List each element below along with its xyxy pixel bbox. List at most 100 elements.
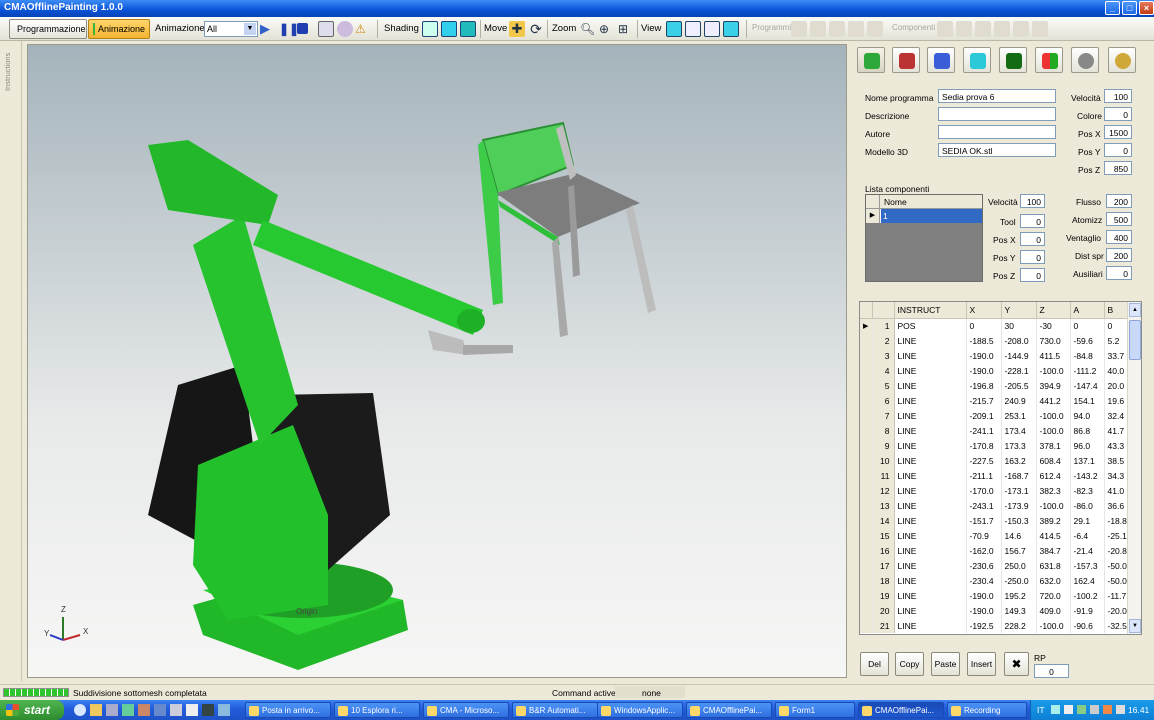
ie-icon[interactable] <box>74 704 86 716</box>
add-component-tab[interactable] <box>963 47 991 73</box>
instruction-cell[interactable]: -230.6 <box>966 558 1002 573</box>
instruction-cell[interactable]: 43.3 <box>1104 438 1130 453</box>
shaded-icon[interactable] <box>441 21 457 37</box>
task-cma-offline-1[interactable]: CMAOfflinePai... <box>686 702 772 718</box>
instruction-cell[interactable]: 195.2 <box>1001 588 1037 603</box>
instruction-cell[interactable]: 608.4 <box>1036 453 1071 468</box>
instruction-cell[interactable]: -230.4 <box>966 573 1002 588</box>
instruction-cell[interactable]: 14.6 <box>1001 528 1037 543</box>
quicklaunch-icon[interactable] <box>106 704 118 716</box>
posz-field[interactable]: 850 <box>1104 161 1132 175</box>
instruction-cell[interactable]: 250.0 <box>1001 558 1037 573</box>
comp-posz-field[interactable]: 0 <box>1020 268 1045 282</box>
instruction-cell[interactable]: LINE <box>894 588 967 603</box>
instruction-cell[interactable]: -91.9 <box>1070 603 1105 618</box>
tool-tab[interactable] <box>892 47 920 73</box>
quicklaunch-icon[interactable] <box>170 704 182 716</box>
instruction-cell[interactable]: 720.0 <box>1036 588 1071 603</box>
zoom-window-icon[interactable]: ⊕ <box>599 21 615 37</box>
pan-icon[interactable]: ✚ <box>509 21 525 37</box>
warning-icon[interactable]: ⚠ <box>355 21 371 37</box>
instruction-cell[interactable]: -84.8 <box>1070 348 1105 363</box>
instruction-cell[interactable]: LINE <box>894 378 967 393</box>
instruction-cell[interactable]: 409.0 <box>1036 603 1071 618</box>
descrizione-field[interactable] <box>938 107 1056 121</box>
instruction-cell[interactable]: -82.3 <box>1070 483 1105 498</box>
instruction-row[interactable]: 21 LINE -192.5 228.2 -100.0 -90.6 -32.5 <box>860 618 1130 633</box>
instruction-cell[interactable]: -100.0 <box>1036 423 1071 438</box>
instruction-cell[interactable]: 163.2 <box>1001 453 1037 468</box>
instruction-cell[interactable]: LINE <box>894 483 967 498</box>
instruction-cell[interactable]: -100.0 <box>1036 363 1071 378</box>
instruction-row[interactable]: 10 LINE -227.5 163.2 608.4 137.1 38.5 <box>860 453 1130 468</box>
instruction-row[interactable]: 18 LINE -230.4 -250.0 632.0 162.4 -50.0 <box>860 573 1130 588</box>
instruction-cell[interactable]: -6.4 <box>1070 528 1105 543</box>
instruction-cell[interactable]: 36.6 <box>1104 498 1130 513</box>
instruction-cell[interactable]: 41.7 <box>1104 423 1130 438</box>
scroll-down-icon[interactable]: ▼ <box>1129 619 1141 633</box>
quicklaunch-icon[interactable] <box>122 704 134 716</box>
view-iso-icon[interactable] <box>723 21 739 37</box>
instruction-cell[interactable]: 384.7 <box>1036 543 1071 558</box>
row-number-cell[interactable]: 10 <box>872 453 895 468</box>
clock[interactable]: 16.41 <box>1128 705 1149 715</box>
stop-icon[interactable] <box>297 23 308 34</box>
instruction-cell[interactable]: 378.1 <box>1036 438 1071 453</box>
instruction-cell[interactable]: 33.7 <box>1104 348 1130 363</box>
instruction-cell[interactable]: 5.2 <box>1104 333 1130 348</box>
posy-field[interactable]: 0 <box>1104 143 1132 157</box>
flusso-field[interactable]: 200 <box>1106 194 1132 208</box>
instruction-row[interactable]: 2 LINE -188.5 -208.0 730.0 -59.6 5.2 <box>860 333 1130 348</box>
instruction-cell[interactable]: -70.9 <box>966 528 1002 543</box>
instruction-cell[interactable]: 29.1 <box>1070 513 1105 528</box>
instruction-cell[interactable]: -190.0 <box>966 363 1002 378</box>
instruction-cell[interactable]: 41.0 <box>1104 483 1130 498</box>
instruction-cell[interactable]: LINE <box>894 543 967 558</box>
play-icon[interactable]: ▶ <box>260 21 276 37</box>
instruction-cell[interactable]: -208.0 <box>1001 333 1037 348</box>
instruction-cell[interactable]: -86.0 <box>1070 498 1105 513</box>
row-number-cell[interactable]: 11 <box>872 468 895 483</box>
atomizz-field[interactable]: 500 <box>1106 212 1132 226</box>
row-number-cell[interactable]: 12 <box>872 483 895 498</box>
task-posta[interactable]: Posta in arrivo... <box>245 702 331 718</box>
instruction-cell[interactable]: 411.5 <box>1036 348 1071 363</box>
paste-button[interactable]: Paste <box>931 652 960 676</box>
settings-tab[interactable] <box>1071 47 1099 73</box>
quicklaunch-icon[interactable] <box>202 704 214 716</box>
instruction-cell[interactable]: LINE <box>894 573 967 588</box>
instruction-cell[interactable]: -241.1 <box>966 423 1002 438</box>
col-x-header[interactable]: X <box>966 302 1002 319</box>
instruction-cell[interactable]: -50.0 <box>1104 558 1130 573</box>
instruction-cell[interactable]: -144.9 <box>1001 348 1037 363</box>
instruction-cell[interactable]: LINE <box>894 528 967 543</box>
instruction-cell[interactable]: LINE <box>894 603 967 618</box>
instruction-cell[interactable]: LINE <box>894 498 967 513</box>
volume-icon[interactable] <box>1116 705 1125 714</box>
folder-icon[interactable] <box>90 704 102 716</box>
instruction-row[interactable]: 15 LINE -70.9 14.6 414.5 -6.4 -25.1 <box>860 528 1130 543</box>
instruction-cell[interactable]: -196.8 <box>966 378 1002 393</box>
instruction-cell[interactable]: -170.0 <box>966 483 1002 498</box>
row-number-cell[interactable]: 16 <box>872 543 895 558</box>
comp-posx-field[interactable]: 0 <box>1020 232 1045 246</box>
instruction-cell[interactable]: 253.1 <box>1001 408 1037 423</box>
instruction-cell[interactable]: -100.0 <box>1036 498 1071 513</box>
quicklaunch-icon[interactable] <box>154 704 166 716</box>
instruction-row[interactable]: 8 LINE -241.1 173.4 -100.0 86.8 41.7 <box>860 423 1130 438</box>
instruction-cell[interactable]: LINE <box>894 618 967 633</box>
instruction-cell[interactable]: -190.0 <box>966 603 1002 618</box>
instruction-cell[interactable]: -188.5 <box>966 333 1002 348</box>
instruction-cell[interactable]: LINE <box>894 363 967 378</box>
instruction-cell[interactable]: 156.7 <box>1001 543 1037 558</box>
zoom-icon[interactable]: 🔍︎ <box>580 21 596 37</box>
instruction-cell[interactable]: -59.6 <box>1070 333 1105 348</box>
quicklaunch-icon[interactable] <box>138 704 150 716</box>
instruction-cell[interactable]: -30 <box>1036 318 1071 333</box>
instruction-cell[interactable]: LINE <box>894 348 967 363</box>
col-a-header[interactable]: A <box>1070 302 1105 319</box>
instruction-cell[interactable]: 730.0 <box>1036 333 1071 348</box>
task-esplora[interactable]: 10 Esplora ri... <box>334 702 420 718</box>
view-front-icon[interactable] <box>666 21 682 37</box>
copy-button[interactable]: Copy <box>895 652 924 676</box>
